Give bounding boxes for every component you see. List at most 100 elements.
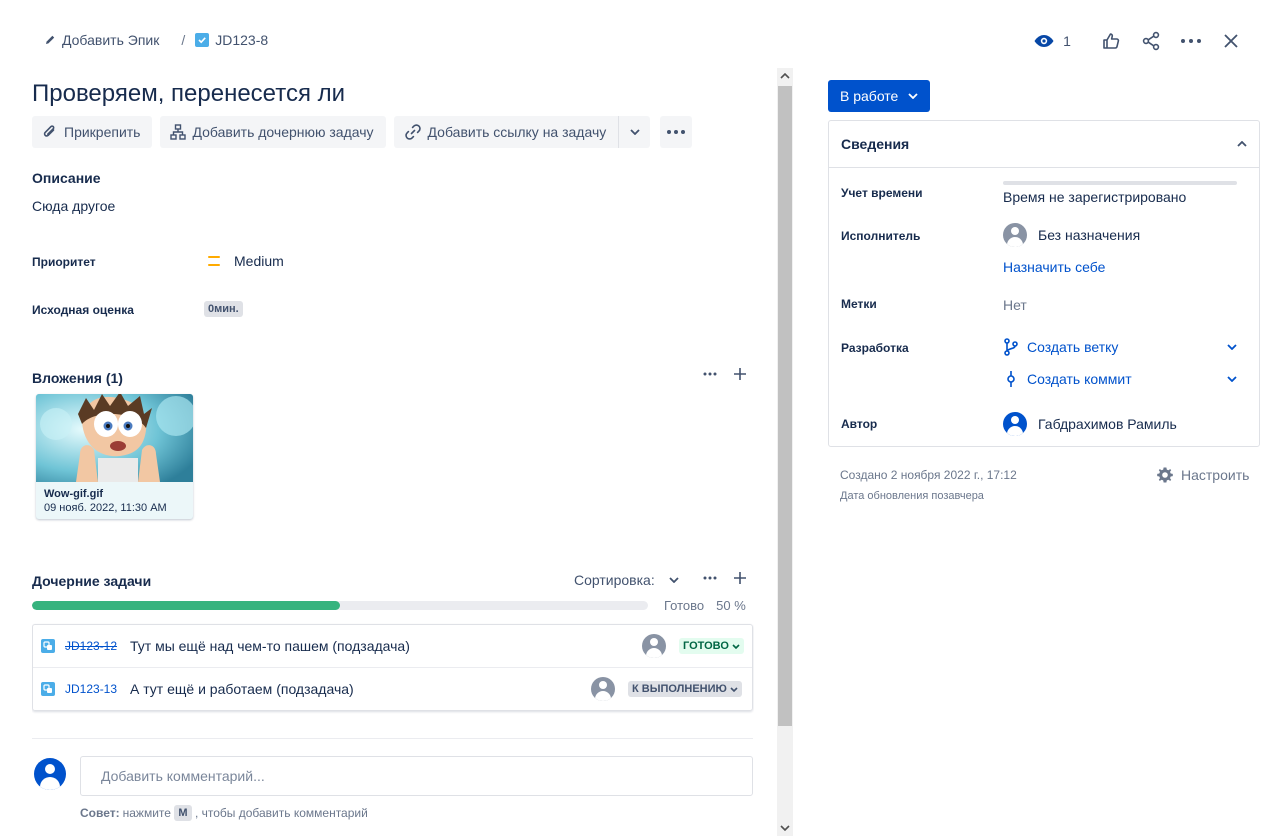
attachment-date: 09 нояб. 2022, 11:30 AM xyxy=(44,502,167,514)
breadcrumb-separator: / xyxy=(181,32,186,48)
more-horizontal-icon[interactable] xyxy=(702,366,718,382)
task-type-icon xyxy=(195,33,210,47)
chevron-up-icon[interactable] xyxy=(1237,141,1247,147)
thumbs-up-icon xyxy=(1103,33,1120,49)
plus-icon[interactable] xyxy=(732,366,748,382)
updated-date: Дата обновления позавчера xyxy=(840,490,984,502)
add-epic-label: Добавить Эпик xyxy=(62,32,160,48)
comment-input[interactable] xyxy=(80,756,753,796)
link-icon xyxy=(404,124,421,140)
scrollbar-thumb[interactable] xyxy=(778,86,792,726)
time-tracking-bar[interactable] xyxy=(1003,181,1237,185)
child-issue-key[interactable]: JD123-12 xyxy=(65,639,119,653)
attach-button[interactable]: Прикрепить xyxy=(32,116,153,148)
labels-label: Метки xyxy=(841,297,877,311)
assignee-field[interactable]: Без назначения xyxy=(1003,223,1140,247)
tip-suffix: , чтобы добавить комментарий xyxy=(194,806,368,820)
labels-value[interactable]: Нет xyxy=(1003,297,1027,313)
child-status-lozenge[interactable]: ГОТОВО xyxy=(679,638,744,654)
assign-to-me-link[interactable]: Назначить себе xyxy=(1003,259,1105,275)
branch-icon xyxy=(1004,338,1018,356)
time-tracking-value[interactable]: Время не зарегистрировано xyxy=(1003,189,1186,205)
toolbar-more-button[interactable] xyxy=(660,116,693,148)
pencil-icon xyxy=(46,35,55,44)
description-heading: Описание xyxy=(32,170,101,186)
issue-key-link[interactable]: JD123-8 xyxy=(195,32,268,48)
child-issues-heading: Дочерние задачи xyxy=(32,573,152,589)
issue-key: JD123-8 xyxy=(215,32,269,48)
priority-field[interactable]: Medium xyxy=(208,253,284,269)
add-child-label: Добавить дочернюю задачу xyxy=(192,124,374,140)
main-scrollbar[interactable] xyxy=(777,68,793,836)
child-status-text: ГОТОВО xyxy=(683,640,729,652)
child-issue-row[interactable]: JD123-12 Тут мы ещё над чем-то пашем (по… xyxy=(33,625,752,667)
vote-button[interactable] xyxy=(1091,28,1131,54)
reporter-field[interactable]: Габдрахимов Рамиль xyxy=(1003,412,1177,436)
share-icon xyxy=(1142,31,1160,51)
plus-icon[interactable] xyxy=(732,570,748,586)
close-icon xyxy=(1224,34,1238,48)
attachments-tools xyxy=(702,366,748,382)
eye-icon xyxy=(1034,35,1054,47)
estimate-value[interactable]: 0мин. xyxy=(204,301,243,317)
status-button[interactable]: В работе xyxy=(828,80,931,112)
assignee-label: Исполнитель xyxy=(841,229,921,243)
estimate-label: Исходная оценка xyxy=(32,303,134,317)
attachment-thumbnail xyxy=(36,394,193,482)
sort-dropdown[interactable]: Сортировка: xyxy=(574,572,679,588)
subtask-type-icon xyxy=(41,681,55,696)
sort-label: Сортировка: xyxy=(574,572,655,588)
configure-button[interactable]: Настроить xyxy=(1156,466,1249,484)
details-header[interactable]: Сведения xyxy=(829,121,1259,168)
add-epic-link[interactable]: Добавить Эпик xyxy=(44,32,159,48)
child-issue-key[interactable]: JD123-13 xyxy=(65,682,119,696)
tip-prefix: Совет: xyxy=(80,806,120,820)
scroll-down-icon[interactable] xyxy=(780,823,790,833)
chevron-down-icon xyxy=(630,129,640,135)
child-assignee-avatar[interactable] xyxy=(591,677,615,701)
child-issue-summary[interactable]: А тут ещё и работаем (подзадача) xyxy=(130,681,354,697)
watch-button[interactable]: 1 xyxy=(1027,28,1077,54)
link-issue-split-button: Добавить ссылку на задачу xyxy=(393,116,651,148)
attach-label: Прикрепить xyxy=(64,124,141,140)
child-assignee-avatar[interactable] xyxy=(642,634,666,658)
hierarchy-icon xyxy=(170,124,187,140)
scroll-up-icon[interactable] xyxy=(780,71,790,81)
assignee-value: Без назначения xyxy=(1038,227,1141,243)
chevron-down-icon[interactable] xyxy=(1227,344,1237,350)
child-issue-summary[interactable]: Тут мы ещё над чем-то пашем (подзадача) xyxy=(130,638,410,654)
reporter-label: Автор xyxy=(841,417,878,431)
gear-icon xyxy=(1157,467,1173,483)
issue-toolbar: Прикрепить Добавить дочернюю задачу Доба… xyxy=(32,116,693,148)
paperclip-icon xyxy=(43,125,55,137)
subtask-type-icon xyxy=(41,639,55,653)
more-horizontal-icon[interactable] xyxy=(702,570,718,586)
priority-label: Приоритет xyxy=(32,255,96,269)
create-commit-row[interactable]: Создать коммит xyxy=(1003,370,1237,388)
more-horizontal-icon xyxy=(667,130,686,134)
link-issue-button[interactable]: Добавить ссылку на задачу xyxy=(393,116,619,148)
description-value[interactable]: Сюда другое xyxy=(32,198,115,214)
attachment-footer: Wow-gif.gif 09 нояб. 2022, 11:30 AM xyxy=(36,482,193,519)
child-progress-fill xyxy=(32,601,340,610)
more-horizontal-icon xyxy=(1181,39,1201,43)
attachments-heading: Вложения (1) xyxy=(32,370,123,386)
link-issue-dropdown[interactable] xyxy=(618,116,651,148)
child-issue-row[interactable]: JD123-13 А тут ещё и работаем (подзадача… xyxy=(33,667,752,709)
close-button[interactable] xyxy=(1211,28,1251,54)
commit-icon xyxy=(1007,371,1015,387)
details-panel: Сведения Учет времени Время не зарегистр… xyxy=(828,120,1260,447)
chevron-down-icon[interactable] xyxy=(1227,376,1237,382)
child-status-lozenge[interactable]: К ВЫПОЛНЕНИЮ xyxy=(628,681,742,697)
share-button[interactable] xyxy=(1131,28,1171,54)
created-date: Создано 2 ноября 2022 г., 17:12 xyxy=(840,468,1017,482)
watch-count: 1 xyxy=(1063,33,1071,49)
issue-title[interactable]: Проверяем, перенесется ли xyxy=(32,80,345,108)
attachment-card[interactable]: Wow-gif.gif 09 нояб. 2022, 11:30 AM xyxy=(36,394,193,519)
chevron-down-icon xyxy=(732,643,740,649)
issue-main-panel: Проверяем, перенесется ли Прикрепить Доб… xyxy=(32,68,754,836)
more-actions-button[interactable] xyxy=(1171,28,1211,54)
create-branch-row[interactable]: Создать ветку xyxy=(1003,338,1237,356)
add-child-button[interactable]: Добавить дочернюю задачу xyxy=(160,116,386,148)
create-branch-label: Создать ветку xyxy=(1027,339,1119,355)
